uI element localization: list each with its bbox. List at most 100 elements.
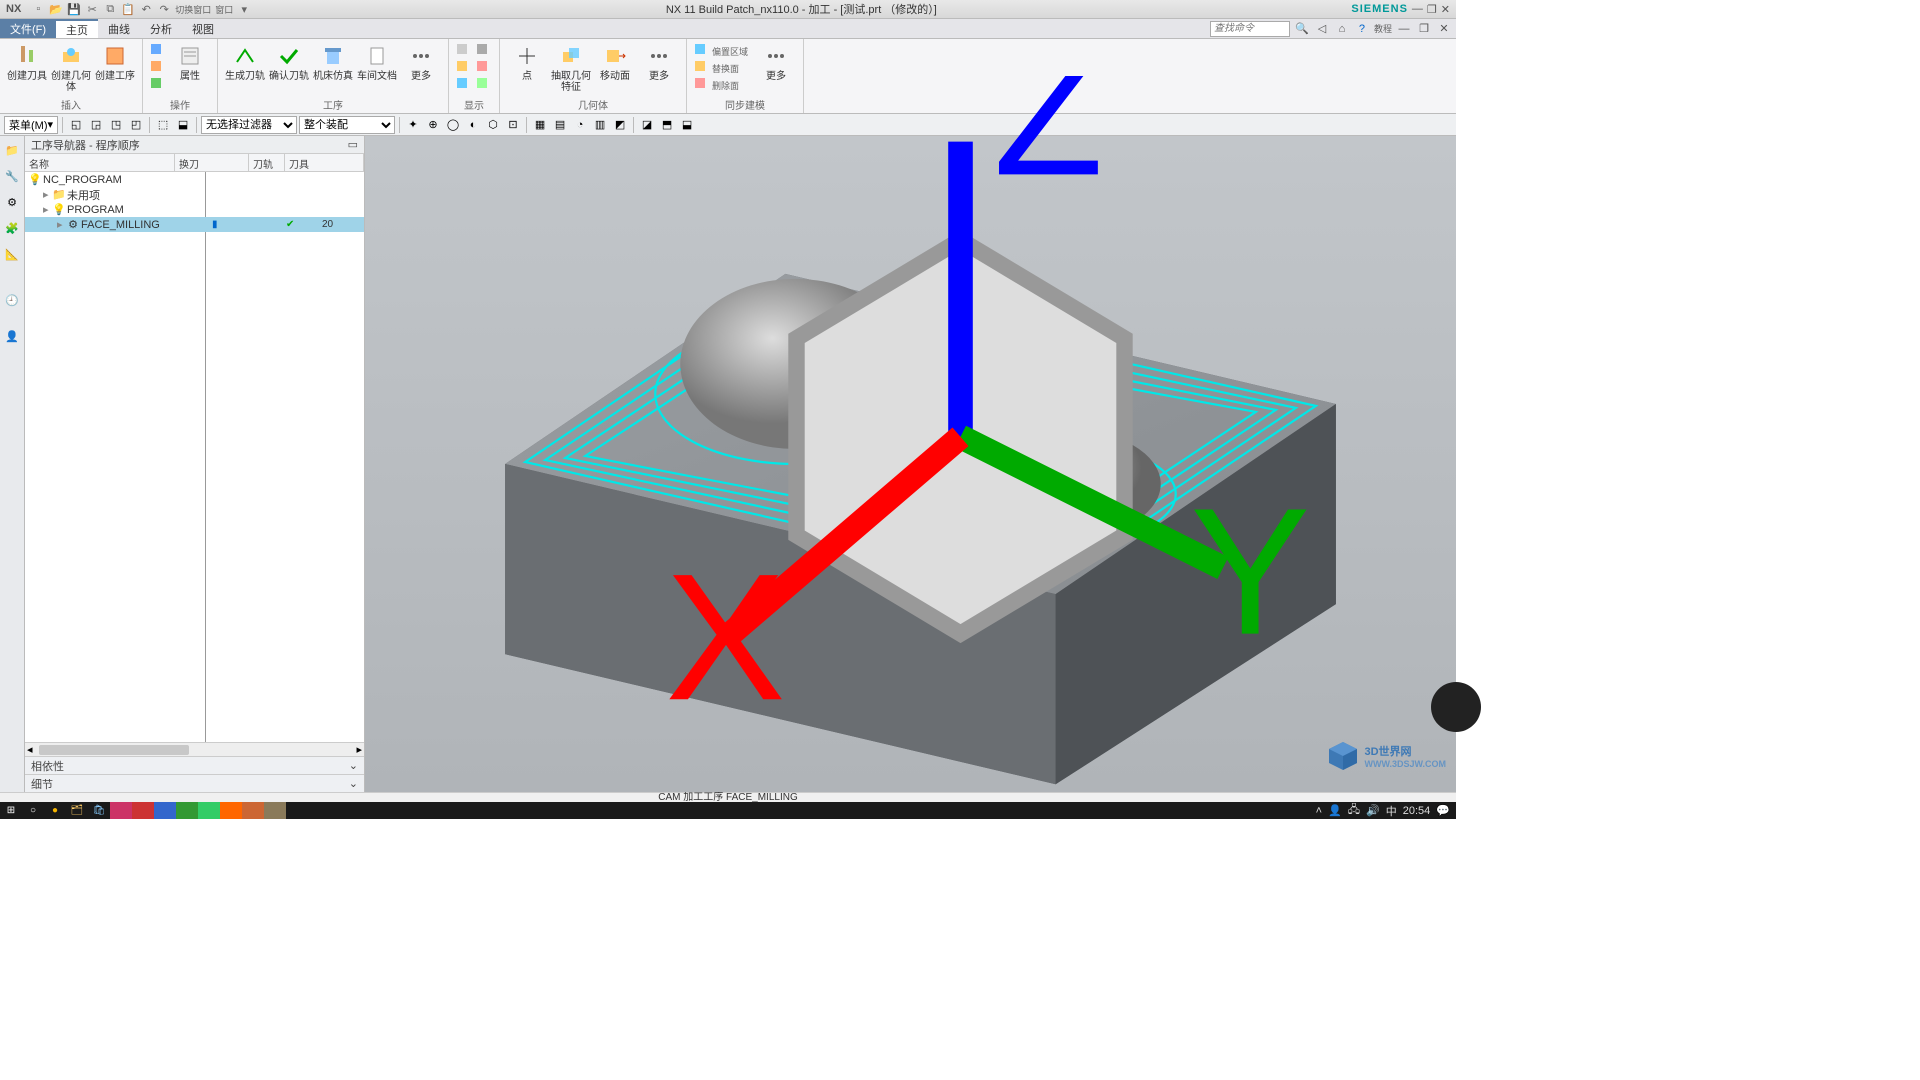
disp-1-icon[interactable] bbox=[455, 43, 473, 59]
inner-close-icon[interactable]: ✕ bbox=[1436, 21, 1452, 37]
tb-app4-icon[interactable] bbox=[176, 802, 198, 819]
chevron-down-icon: ⌄ bbox=[349, 759, 358, 772]
qat-save-icon[interactable]: 💾 bbox=[67, 2, 81, 16]
tree-row[interactable]: ▸📁未用项 bbox=[25, 187, 364, 202]
command-search-input[interactable] bbox=[1210, 21, 1290, 37]
tb-explorer-icon[interactable]: 🗂 bbox=[66, 802, 88, 819]
menu-button[interactable]: 菜单(M) ▾ bbox=[4, 116, 58, 134]
tb-store-icon[interactable]: 🛍 bbox=[88, 802, 110, 819]
col-toolchange[interactable]: 换刀 bbox=[175, 154, 249, 171]
tab-analysis[interactable]: 分析 bbox=[140, 19, 182, 38]
tb-app3-icon[interactable] bbox=[154, 802, 176, 819]
qat-paste-icon[interactable]: 📋 bbox=[121, 2, 135, 16]
rb-assembly-icon[interactable]: 🧩 bbox=[2, 218, 22, 238]
tab-file[interactable]: 文件(F) bbox=[0, 19, 56, 38]
rb-machine-icon[interactable]: ⚙ bbox=[2, 192, 22, 212]
rb-history-icon[interactable]: 🕘 bbox=[2, 290, 22, 310]
disp-5-icon[interactable] bbox=[475, 60, 493, 76]
view-cue-ball[interactable] bbox=[1431, 682, 1481, 732]
replace-face-button[interactable]: 替换面 bbox=[693, 60, 753, 76]
qat-switch-window[interactable]: 切换窗口 bbox=[175, 2, 211, 16]
create-geometry-button[interactable]: 创建几何体 bbox=[50, 41, 92, 93]
small-paste-icon[interactable] bbox=[149, 77, 167, 93]
qat-redo-icon[interactable]: ↷ bbox=[157, 2, 171, 16]
tb-app7-icon[interactable] bbox=[242, 802, 264, 819]
machine-sim-button[interactable]: 机床仿真 bbox=[312, 41, 354, 82]
tab-view[interactable]: 视图 bbox=[182, 19, 224, 38]
graphics-viewport[interactable]: ZM ZC YM YC XC XM Z Y X 3D世界网 WWW.3DSJW.… bbox=[365, 136, 1456, 792]
nav-hscroll[interactable]: ◂▸ bbox=[25, 742, 364, 756]
tb-nx-icon[interactable] bbox=[264, 802, 286, 819]
nav-title: 工序导航器 - 程序顺序 bbox=[31, 137, 140, 153]
shop-docs-button[interactable]: 车间文档 bbox=[356, 41, 398, 82]
selection-filter-select[interactable]: 无选择过滤器 bbox=[201, 116, 297, 134]
maximize-icon[interactable]: ❐ bbox=[1427, 3, 1437, 16]
fb-icon-4[interactable]: ◰ bbox=[127, 116, 145, 134]
disp-4-icon[interactable] bbox=[475, 43, 493, 59]
tray-network-icon[interactable]: 🖧 bbox=[1348, 801, 1360, 820]
tb-app1-icon[interactable] bbox=[110, 802, 132, 819]
nav-home-icon[interactable]: ⌂ bbox=[1334, 21, 1350, 37]
tray-volume-icon[interactable]: 🔊 bbox=[1366, 804, 1380, 817]
qat-window[interactable]: 窗口 bbox=[215, 2, 233, 16]
verify-toolpath-button[interactable]: 确认刀轨 bbox=[268, 41, 310, 82]
start-button[interactable]: ⊞ bbox=[0, 802, 22, 819]
cortana-icon[interactable]: ○ bbox=[22, 802, 44, 819]
nav-pin-icon[interactable]: ▭ bbox=[348, 138, 358, 151]
nav-dependency[interactable]: 相依性⌄ bbox=[25, 756, 364, 774]
offset-region-button[interactable]: 偏置区域 bbox=[693, 43, 753, 59]
search-icon[interactable]: 🔍 bbox=[1294, 21, 1310, 37]
view-triad-icon[interactable]: Z Y X bbox=[415, 76, 1506, 732]
operation-navigator: 工序导航器 - 程序顺序 ▭ 名称 换刀 刀轨 刀具 💡NC_PROGRAM▸📁… bbox=[25, 136, 365, 792]
qat-open-icon[interactable]: 📂 bbox=[49, 2, 63, 16]
tree-row[interactable]: ▸⚙FACE_MILLING▮✔20 bbox=[25, 217, 364, 232]
rb-op-navigator-icon[interactable]: 🔧 bbox=[2, 166, 22, 186]
tray-up-icon[interactable]: ˄ bbox=[1316, 805, 1322, 817]
tb-app2-icon[interactable] bbox=[132, 802, 154, 819]
generate-toolpath-button[interactable]: 生成刀轨 bbox=[224, 41, 266, 82]
qat-copy-icon[interactable]: ⧉ bbox=[103, 2, 117, 16]
col-tool[interactable]: 刀具 bbox=[285, 154, 364, 171]
qat-cut-icon[interactable]: ✂ bbox=[85, 2, 99, 16]
fb-icon-3[interactable]: ◳ bbox=[107, 116, 125, 134]
small-copy-icon[interactable] bbox=[149, 60, 167, 76]
tray-people-icon[interactable]: 👤 bbox=[1328, 804, 1342, 817]
fb-icon-6[interactable]: ⬓ bbox=[174, 116, 192, 134]
inner-minimize-icon[interactable]: — bbox=[1396, 21, 1412, 37]
fb-icon-1[interactable]: ◱ bbox=[67, 116, 85, 134]
small-edit-icon[interactable] bbox=[149, 43, 167, 59]
tb-chrome-icon[interactable]: ● bbox=[44, 802, 66, 819]
nav-details[interactable]: 细节⌄ bbox=[25, 774, 364, 792]
tab-curve[interactable]: 曲线 bbox=[98, 19, 140, 38]
fb-icon-2[interactable]: ◲ bbox=[87, 116, 105, 134]
col-path[interactable]: 刀轨 bbox=[249, 154, 285, 171]
tutorial-link[interactable]: 教程 bbox=[1374, 22, 1392, 35]
inner-restore-icon[interactable]: ❐ bbox=[1416, 21, 1432, 37]
properties-button[interactable]: 属性 bbox=[169, 41, 211, 82]
create-tool-button[interactable]: 创建刀具 bbox=[6, 41, 48, 82]
qat-new-icon[interactable]: ▫ bbox=[31, 2, 45, 16]
col-name[interactable]: 名称 bbox=[25, 154, 175, 171]
tray-clock[interactable]: 20:54 bbox=[1403, 805, 1431, 817]
help-icon[interactable]: ? bbox=[1354, 21, 1370, 37]
qat-undo-icon[interactable]: ↶ bbox=[139, 2, 153, 16]
rb-part-navigator-icon[interactable]: 📁 bbox=[2, 140, 22, 160]
rb-roles-icon[interactable]: 👤 bbox=[2, 326, 22, 346]
assembly-filter-select[interactable]: 整个装配 bbox=[299, 116, 395, 134]
tree-row[interactable]: ▸💡PROGRAM bbox=[25, 202, 364, 217]
minimize-icon[interactable]: — bbox=[1412, 3, 1423, 15]
rb-constraint-icon[interactable]: 📐 bbox=[2, 244, 22, 264]
disp-2-icon[interactable] bbox=[455, 60, 473, 76]
fb-icon-5[interactable]: ⬚ bbox=[154, 116, 172, 134]
tb-app6-icon[interactable] bbox=[220, 802, 242, 819]
tab-home[interactable]: 主页 bbox=[56, 19, 98, 38]
tray-ime[interactable]: 中 bbox=[1386, 803, 1397, 819]
nav-back-icon[interactable]: ◁ bbox=[1314, 21, 1330, 37]
tree-row[interactable]: 💡NC_PROGRAM bbox=[25, 172, 364, 187]
create-operation-button[interactable]: 创建工序 bbox=[94, 41, 136, 82]
qat-dropdown-icon[interactable]: ▾ bbox=[237, 2, 251, 16]
tray-notifications-icon[interactable]: 💬 bbox=[1436, 804, 1450, 817]
close-icon[interactable]: ✕ bbox=[1441, 3, 1450, 16]
tb-app5-icon[interactable] bbox=[198, 802, 220, 819]
siemens-brand: SIEMENS bbox=[1351, 3, 1408, 15]
